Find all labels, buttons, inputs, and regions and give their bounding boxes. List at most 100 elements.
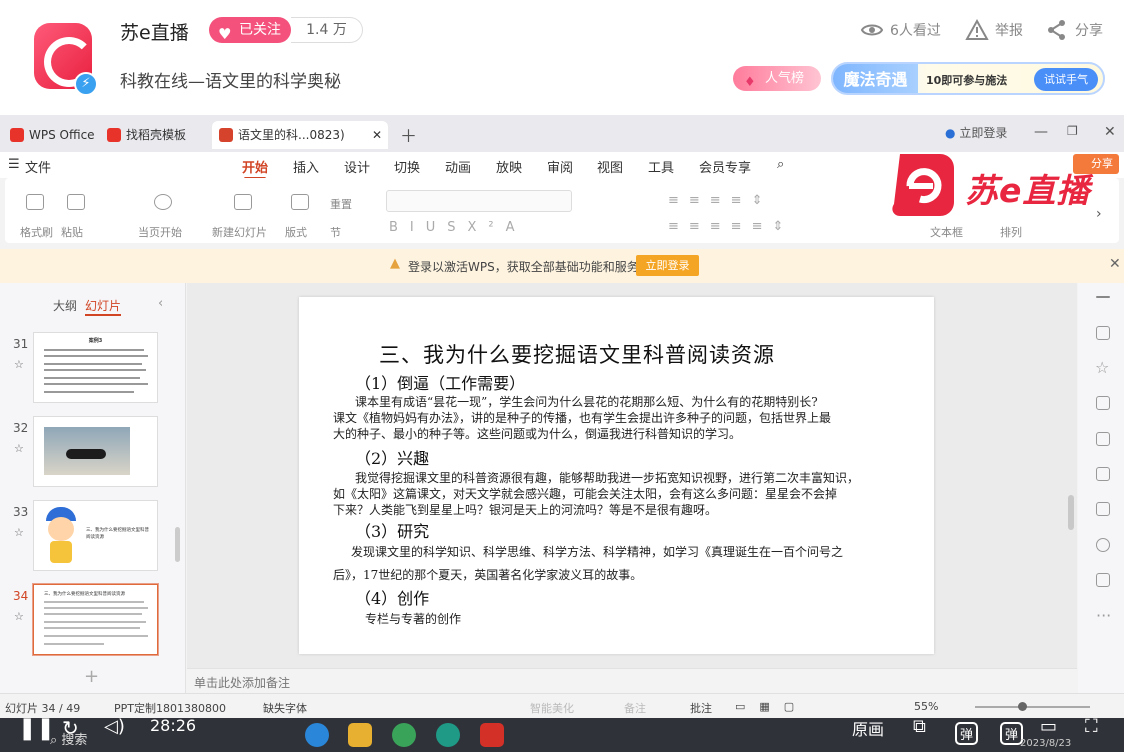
close-window-icon[interactable]: ✕ bbox=[1104, 124, 1116, 140]
tab-docer[interactable]: 找稻壳模板 bbox=[100, 121, 206, 149]
hamburger-icon[interactable]: ☰ bbox=[8, 157, 20, 172]
magic-try-button[interactable]: 试试手气 bbox=[1034, 68, 1098, 91]
viewers-stat: 6人看过 bbox=[860, 18, 941, 42]
channel-title[interactable]: 苏e直播 bbox=[120, 18, 189, 45]
magic-wand-icon[interactable] bbox=[1096, 467, 1110, 481]
notes-area[interactable]: 单击此处添加备注 bbox=[187, 668, 1077, 693]
restore-icon[interactable]: ❐ bbox=[1067, 124, 1078, 138]
widescreen-icon[interactable]: ▭ bbox=[1040, 716, 1057, 737]
slide-thumb-34[interactable]: 三、我为什么要挖掘语文里科普阅读资源 bbox=[33, 584, 158, 655]
thumb-number: 33 bbox=[13, 505, 29, 519]
help-icon[interactable] bbox=[1096, 538, 1110, 552]
missing-font-label[interactable]: 缺失字体 bbox=[263, 700, 307, 716]
zoom-level[interactable]: 55% bbox=[914, 700, 938, 713]
wps-taskbar-icon[interactable] bbox=[480, 723, 504, 747]
panel-minus-icon[interactable] bbox=[1096, 296, 1110, 298]
menu-design[interactable]: 设计 bbox=[344, 157, 370, 176]
slide-thumb-32[interactable] bbox=[33, 416, 158, 487]
play-icon[interactable] bbox=[154, 194, 172, 210]
taskbar-search[interactable]: ⌕ 搜索 bbox=[50, 729, 87, 748]
collapse-panel-icon[interactable]: ‹ bbox=[158, 296, 163, 311]
star-icon[interactable]: ☆ bbox=[14, 442, 24, 455]
magic-banner[interactable]: 魔法奇遇 10即可参与施法 试试手气 bbox=[831, 62, 1105, 95]
slide-thumb-31[interactable]: 案例3 bbox=[33, 332, 158, 403]
menu-home[interactable]: 开始 bbox=[242, 157, 268, 180]
beautify-label[interactable]: 智能美化 bbox=[530, 700, 574, 716]
settings-icon[interactable] bbox=[1096, 326, 1110, 340]
format-brush-label[interactable]: 格式刷 bbox=[20, 224, 53, 240]
minimize-icon[interactable]: — bbox=[1034, 124, 1048, 140]
layout-icon[interactable] bbox=[291, 194, 309, 210]
layout-label[interactable]: 版式 bbox=[285, 224, 307, 240]
menu-animation[interactable]: 动画 bbox=[445, 157, 471, 176]
popularity-button[interactable]: ♦ 人气榜 bbox=[733, 66, 821, 91]
new-tab-button[interactable]: ＋ bbox=[400, 122, 417, 147]
star-icon[interactable]: ☆ bbox=[14, 526, 24, 539]
tab-document[interactable]: 语文里的科...0823) ✕ bbox=[212, 121, 388, 149]
star-icon[interactable]: ☆ bbox=[14, 358, 24, 371]
chart-icon[interactable] bbox=[1096, 432, 1110, 446]
danmaku-toggle-icon[interactable]: 弹 bbox=[955, 722, 979, 745]
menu-file[interactable]: 文件 bbox=[25, 157, 51, 176]
comment-label[interactable]: 批注 bbox=[690, 700, 712, 716]
paragraph-buttons[interactable]: ≡≡≡≡⇕ bbox=[668, 193, 772, 208]
search-icon[interactable]: ⌕ bbox=[777, 157, 784, 172]
from-current-label[interactable]: 当页开始 bbox=[138, 224, 182, 240]
canvas-scrollbar[interactable] bbox=[1068, 495, 1074, 530]
remark-label[interactable]: 备注 bbox=[624, 700, 646, 716]
volume-icon[interactable]: ◁) bbox=[104, 716, 125, 737]
pip-icon[interactable]: ⧉ bbox=[913, 716, 926, 737]
shirt-icon[interactable] bbox=[1096, 573, 1110, 587]
book-icon[interactable] bbox=[1096, 502, 1110, 516]
menu-review[interactable]: 审阅 bbox=[547, 157, 573, 176]
zoom-slider[interactable] bbox=[975, 702, 1090, 711]
menu-view[interactable]: 视图 bbox=[597, 157, 623, 176]
app-icon-teal[interactable] bbox=[436, 723, 460, 747]
app-icon-green[interactable] bbox=[392, 723, 416, 747]
section-heading-1: （1）倒逼（工作需要） bbox=[355, 374, 526, 393]
star-icon[interactable]: ☆ bbox=[14, 610, 24, 623]
menu-tools[interactable]: 工具 bbox=[648, 157, 674, 176]
notice-login-button[interactable]: 立即登录 bbox=[636, 255, 699, 276]
flame-icon: ♦ bbox=[744, 75, 756, 90]
login-link[interactable]: ● 立即登录 bbox=[945, 124, 1007, 141]
share-button[interactable]: 分享 bbox=[1045, 18, 1103, 42]
slide-thumb-33[interactable]: 三、我为什么要挖掘语文里科普阅读资源 bbox=[33, 500, 158, 571]
font-style-buttons[interactable]: BIUSX²A bbox=[389, 220, 527, 235]
tab-close-icon[interactable]: ✕ bbox=[372, 121, 382, 149]
comment-icon[interactable] bbox=[1096, 396, 1110, 410]
fullscreen-icon[interactable]: ⛶ bbox=[1085, 716, 1098, 737]
star-icon[interactable]: ☆ bbox=[1095, 358, 1109, 377]
custom-ppt-label[interactable]: PPT定制1801380800 bbox=[114, 700, 226, 716]
menu-insert[interactable]: 插入 bbox=[293, 157, 319, 176]
format-brush-icon[interactable] bbox=[26, 194, 44, 210]
more-icon[interactable]: ··· bbox=[1096, 606, 1111, 625]
menu-slideshow[interactable]: 放映 bbox=[496, 157, 522, 176]
arrange-label[interactable]: 排列 bbox=[1000, 224, 1022, 240]
notice-close-icon[interactable]: ✕ bbox=[1109, 256, 1121, 272]
tab-wps-office[interactable]: WPS Office bbox=[3, 121, 95, 149]
menu-transition[interactable]: 切换 bbox=[394, 157, 420, 176]
paste-icon[interactable] bbox=[67, 194, 85, 210]
menu-member[interactable]: 会员专享 bbox=[699, 157, 751, 176]
panel-scrollbar[interactable] bbox=[175, 527, 180, 562]
view-mode-buttons[interactable]: ▭▦▢ bbox=[735, 700, 808, 713]
align-buttons[interactable]: ≡≡≡≡≡⇕ bbox=[668, 219, 793, 234]
new-slide-label[interactable]: 新建幻灯片 bbox=[212, 224, 267, 240]
tab-outline[interactable]: 大纲 bbox=[53, 297, 77, 314]
quality-button[interactable]: 原画 bbox=[852, 716, 884, 740]
paste-label[interactable]: 粘贴 bbox=[61, 224, 83, 240]
new-slide-icon[interactable] bbox=[234, 194, 252, 210]
section-label[interactable]: 节 bbox=[330, 224, 341, 240]
reset-label[interactable]: 重置 bbox=[330, 196, 352, 212]
ribbon-next-icon[interactable]: › bbox=[1096, 206, 1102, 222]
folder-icon[interactable] bbox=[348, 723, 372, 747]
font-name-select[interactable] bbox=[386, 190, 572, 212]
tab-slides[interactable]: 幻灯片 bbox=[85, 297, 122, 316]
textbox-label[interactable]: 文本框 bbox=[930, 224, 963, 240]
edge-icon[interactable] bbox=[305, 723, 329, 747]
report-button[interactable]: 举报 bbox=[965, 18, 1023, 42]
live-bolt-icon: ⚡ bbox=[74, 72, 98, 96]
follow-button[interactable]: ♥ 已关注 bbox=[209, 17, 291, 43]
add-slide-icon[interactable]: + bbox=[84, 666, 99, 687]
